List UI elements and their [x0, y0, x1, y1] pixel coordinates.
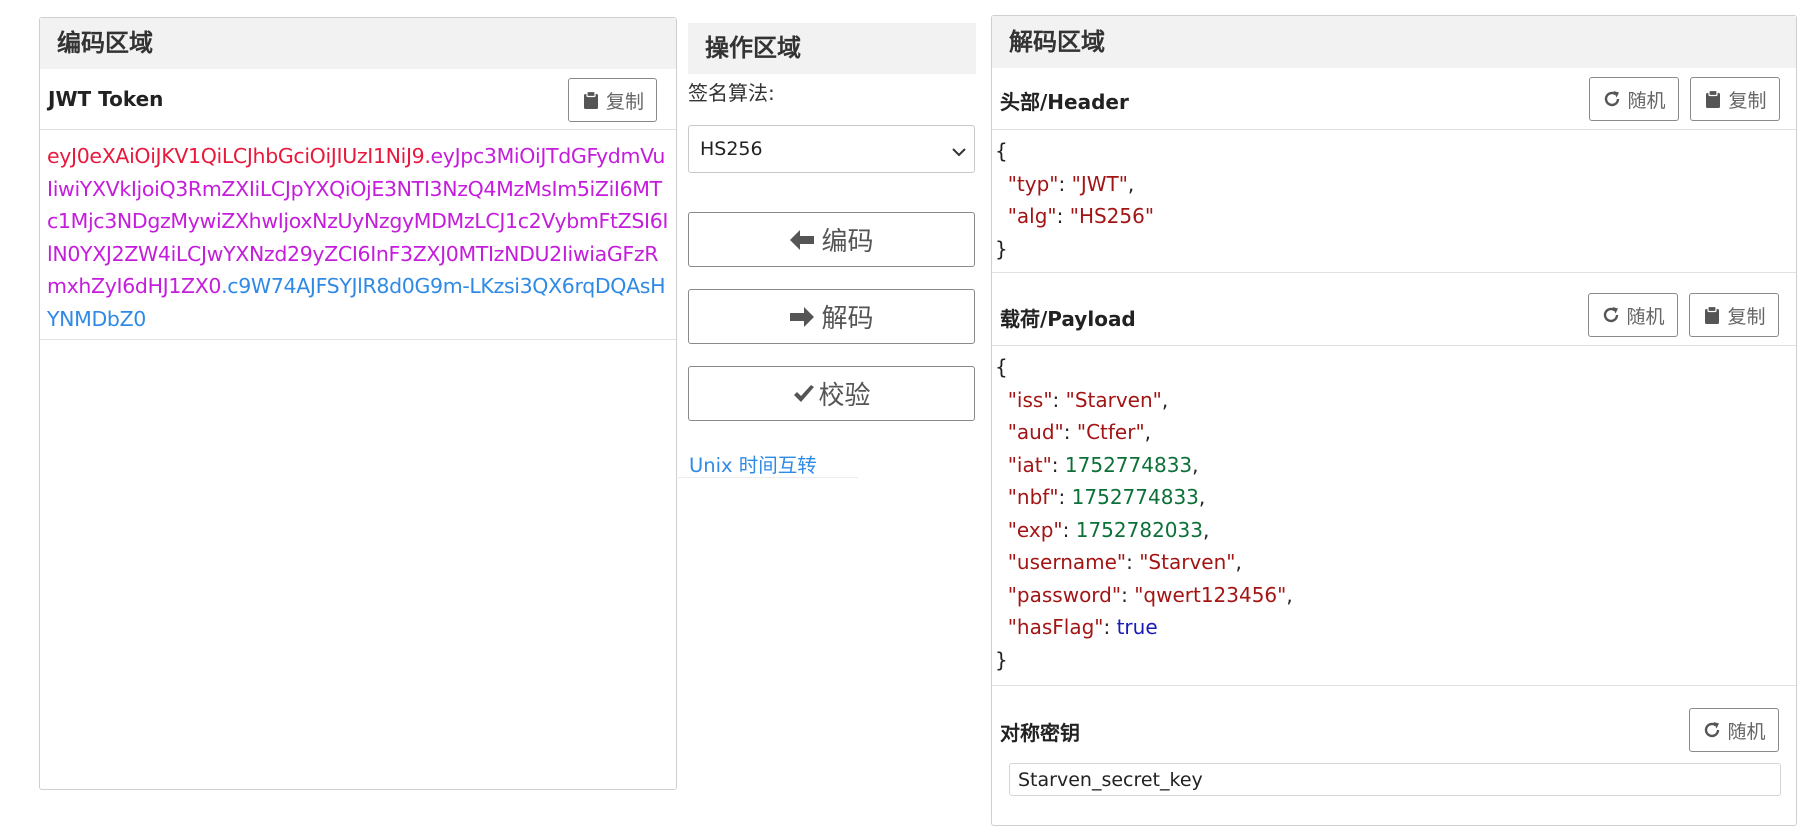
payload-json-editor[interactable]: { "iss": "Starven", "aud": "Ctfer", "iat…: [995, 351, 1293, 676]
header-json-editor[interactable]: { "typ": "JWT", "alg": "HS256" }: [995, 135, 1154, 265]
random-secret-button[interactable]: 随机: [1689, 708, 1779, 752]
verify-button[interactable]: 校验: [688, 366, 975, 421]
arrow-right-icon: [789, 306, 815, 328]
refresh-icon: [1702, 720, 1722, 740]
token-divider: [40, 339, 676, 340]
decode-button[interactable]: 解码: [688, 289, 975, 344]
unix-time-link[interactable]: Unix 时间互转: [689, 449, 817, 478]
copy-header-label: 复制: [1728, 90, 1767, 112]
payload-exp-value: 1752782033: [1075, 517, 1203, 542]
jwt-token-text[interactable]: eyJ0eXAiOiJKV1QiLCJhbGciOiJIUzI1NiJ9.eyJ…: [47, 140, 669, 335]
payload-nbf-value: 1752774833: [1071, 485, 1199, 509]
clipboard-icon: [581, 90, 601, 110]
jwt-token-row: JWT Token 复制: [40, 69, 676, 130]
copy-payload-button[interactable]: 复制: [1689, 293, 1779, 337]
encode-panel-title: 编码区域: [40, 18, 676, 69]
algorithm-select[interactable]: HS256: [688, 125, 975, 173]
copy-token-button[interactable]: 复制: [568, 78, 657, 122]
secret-label: 对称密钥: [1000, 721, 1080, 745]
payload-iat-value: 1752774833: [1064, 452, 1193, 477]
payload-username-value: "Starven": [1139, 550, 1236, 574]
encode-panel: 编码区域 JWT Token 复制: [39, 17, 677, 790]
verify-button-label: 校验: [818, 380, 871, 410]
jwt-token-label: JWT Token: [48, 87, 164, 111]
chevron-down-icon: [952, 142, 966, 161]
link-divider: [678, 477, 858, 478]
decode-button-label: 解码: [821, 303, 874, 333]
payload-iss-value: "Starven": [1065, 387, 1162, 412]
check-icon: [792, 384, 816, 404]
header-label: 头部/Header: [1000, 90, 1129, 114]
decode-panel-title: 解码区域: [992, 16, 1796, 68]
algorithm-select-value: HS256: [700, 138, 763, 160]
payload-section-row: 载荷/Payload 随机 复制: [992, 273, 1796, 346]
payload-aud-value: "Ctfer": [1076, 420, 1145, 444]
encode-button[interactable]: 编码: [688, 212, 975, 267]
operate-panel-title: 操作区域: [688, 23, 976, 74]
refresh-icon: [1601, 305, 1621, 325]
random-header-label: 随机: [1627, 90, 1666, 112]
random-secret-label: 随机: [1727, 721, 1766, 743]
payload-password-value: "qwert123456": [1134, 582, 1287, 607]
token-header: eyJ0eXAiOiJKV1QiLCJhbGciOiJIUzI1NiJ9: [47, 144, 425, 168]
header-typ-value: "JWT": [1071, 171, 1128, 196]
payload-divider: [992, 685, 1796, 686]
random-header-button[interactable]: 随机: [1589, 77, 1679, 121]
header-alg-value: "HS256": [1069, 204, 1155, 228]
payload-label: 载荷/Payload: [1000, 307, 1136, 331]
copy-payload-label: 复制: [1727, 306, 1766, 328]
random-payload-label: 随机: [1626, 306, 1665, 328]
refresh-icon: [1602, 89, 1622, 109]
arrow-left-icon: [789, 229, 815, 251]
copy-token-label: 复制: [605, 91, 644, 113]
clipboard-icon: [1702, 305, 1722, 325]
algorithm-label: 签名算法:: [688, 81, 775, 105]
payload-hasflag-value: true: [1116, 615, 1158, 639]
clipboard-icon: [1703, 89, 1723, 109]
secret-key-input[interactable]: [1009, 763, 1781, 796]
header-section-row: 头部/Header 随机 复制: [992, 68, 1796, 130]
encode-button-label: 编码: [821, 226, 874, 256]
copy-header-button[interactable]: 复制: [1690, 77, 1780, 121]
random-payload-button[interactable]: 随机: [1588, 293, 1678, 337]
